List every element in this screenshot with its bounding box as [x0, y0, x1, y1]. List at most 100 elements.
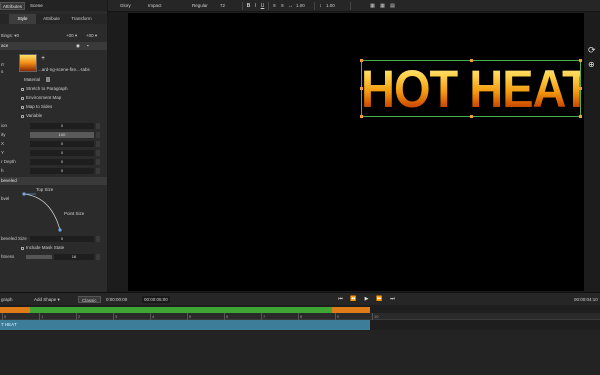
property-label: X — [1, 141, 5, 146]
bold-button[interactable]: B — [246, 3, 251, 9]
property-row: htness 16 — [0, 253, 107, 261]
align-icon[interactable]: ≡ — [272, 3, 277, 9]
eye-icon[interactable]: ◉ — [76, 42, 80, 50]
keyframe-toggle[interactable] — [96, 141, 100, 147]
end-timecode: 00:00:04:10 — [574, 297, 598, 302]
leading-input[interactable]: 1.00 — [326, 2, 335, 10]
property-value[interactable]: 0 — [30, 159, 94, 165]
step-back-icon[interactable]: ⏪ — [350, 296, 357, 303]
bevel-curve — [23, 193, 61, 231]
timeline-clip[interactable]: T HEAT — [0, 320, 370, 330]
resize-handle[interactable] — [360, 59, 363, 62]
bevel-curve-editor[interactable] — [18, 190, 66, 234]
property-row: X 0 — [0, 140, 107, 148]
ruler-label: 2 — [78, 314, 81, 319]
globe-icon[interactable]: ⊕ — [588, 60, 595, 69]
layer-label: ace — [1, 43, 9, 48]
attributes-panel: Attributes Scene Style Attribute Transfo… — [0, 0, 108, 292]
property-value[interactable]: 0 — [30, 236, 94, 242]
resize-handle[interactable] — [579, 87, 582, 90]
selection-box[interactable] — [360, 59, 582, 118]
property-value[interactable]: 0 — [30, 150, 94, 156]
property-label: r Depth — [1, 159, 16, 164]
resize-handle[interactable] — [360, 115, 363, 118]
checkbox-environment-map[interactable] — [21, 97, 24, 100]
tracking-input[interactable]: 1.00 — [296, 2, 305, 10]
layer-header: ace ◉ ▪ — [0, 42, 107, 50]
texture-filename: ...ard-ng-scene-fire...-tabs — [38, 67, 90, 72]
checkbox-label: Variable — [26, 113, 43, 118]
resize-handle[interactable] — [360, 87, 363, 90]
timeline-empty-track — [0, 330, 600, 375]
property-value[interactable]: 16 — [54, 254, 94, 260]
keyframe-toggle[interactable] — [96, 132, 100, 138]
tab-attributes[interactable]: Attributes — [0, 2, 26, 10]
ruler-tick — [335, 313, 336, 320]
keyframe-toggle[interactable] — [96, 123, 100, 129]
underline-button[interactable]: U — [260, 3, 265, 9]
property-value[interactable]: 0 — [30, 141, 94, 147]
curve-point[interactable] — [58, 228, 62, 232]
property-label: ion — [1, 123, 8, 128]
material-swatch[interactable] — [46, 77, 50, 82]
skip-end-icon[interactable]: ⏭ — [389, 296, 396, 303]
step-forward-icon[interactable]: ⏩ — [376, 296, 383, 303]
play-icon[interactable]: ▶ — [363, 296, 370, 303]
font-size-select[interactable]: 72 — [220, 2, 225, 10]
checkbox-stretch[interactable] — [21, 88, 24, 91]
preview-canvas[interactable] — [128, 13, 584, 291]
duration-field[interactable]: 00:00:05:00 — [142, 296, 170, 303]
property-value[interactable]: 100 — [30, 132, 94, 138]
property-label: beveled Size — [1, 236, 27, 241]
layout-icon[interactable]: ▦ — [380, 3, 385, 9]
keyframe-toggle[interactable] — [96, 159, 100, 165]
texture-thumbnail[interactable] — [19, 54, 37, 72]
keyframe-toggle[interactable] — [96, 150, 100, 156]
ruler-label: 3 — [115, 314, 118, 319]
keyframe-toggle[interactable] — [96, 254, 100, 260]
property-row: Y 0 — [0, 149, 107, 157]
add-texture-icon[interactable]: + — [41, 55, 45, 62]
add-shape-menu[interactable]: Add Shape ▾ — [34, 296, 60, 303]
tab-style[interactable]: Style — [9, 14, 36, 24]
font-family-select[interactable]: Impact — [148, 2, 188, 10]
align-icon[interactable]: ≡ — [280, 3, 285, 9]
checkbox-map-to-sides[interactable] — [21, 106, 24, 109]
toolbar-divider — [350, 2, 351, 10]
keyframe-toggle[interactable] — [96, 168, 100, 174]
resize-handle[interactable] — [579, 115, 582, 118]
panel-tabs: Attributes Scene — [0, 0, 107, 11]
refresh-icon[interactable]: ⟳ — [588, 45, 596, 56]
current-timecode: 0:00:00:00 — [106, 297, 128, 302]
tracking-icon: ↔ — [288, 3, 293, 9]
property-value[interactable]: 0 — [30, 123, 94, 129]
layout-icon[interactable]: ▦ — [370, 3, 375, 9]
keyframe-toggle[interactable] — [96, 236, 100, 242]
resize-handle[interactable] — [579, 59, 582, 62]
settings-value-a[interactable]: +00 ▾ — [66, 32, 77, 40]
checkbox-include-mask[interactable] — [21, 247, 24, 250]
skip-start-icon[interactable]: ⏮ — [337, 296, 344, 303]
brightness-slider[interactable] — [26, 255, 52, 259]
ruler-tick — [261, 313, 262, 320]
mode-button[interactable]: Classic — [78, 296, 101, 303]
tab-transform[interactable]: Transform — [68, 14, 95, 24]
ruler-tick — [224, 313, 225, 320]
property-value[interactable]: 0 — [30, 168, 94, 174]
texture-label-b: s — [1, 69, 4, 74]
bevel-section-header[interactable]: beveled — [0, 177, 107, 185]
layout-icon[interactable]: ▤ — [390, 3, 395, 9]
text-toolbar: Glory Impact Regular 72 B I U ≡ ≡ ↔ 1.00… — [108, 0, 600, 12]
settings-value-b[interactable]: +00 ▾ — [86, 32, 97, 40]
curve-point[interactable] — [22, 192, 26, 196]
tab-scene[interactable]: Scene — [28, 2, 45, 10]
checkbox-label: Stretch to Paragraph — [26, 86, 68, 91]
italic-button[interactable]: I — [253, 3, 258, 9]
checkbox-variable[interactable] — [21, 115, 24, 118]
font-style-select[interactable]: Regular — [192, 2, 208, 10]
trash-icon[interactable]: ▪ — [87, 42, 89, 50]
font-menu[interactable]: Glory — [120, 2, 131, 10]
tab-attribute[interactable]: Attribute — [38, 14, 65, 24]
resize-handle[interactable] — [470, 115, 473, 118]
resize-handle[interactable] — [470, 59, 473, 62]
